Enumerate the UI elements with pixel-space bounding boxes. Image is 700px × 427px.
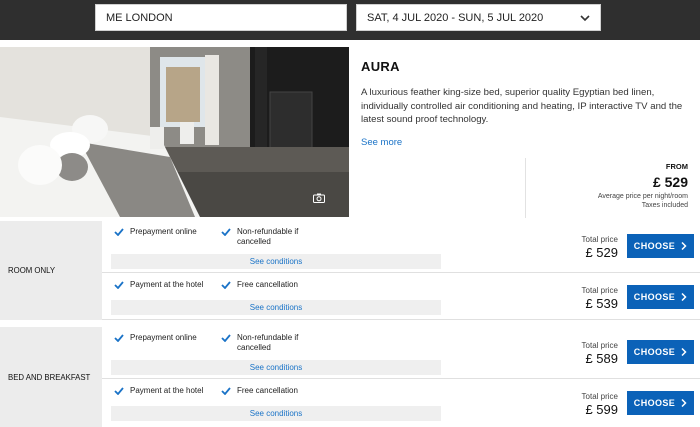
total-price: Total price £ 589 [582, 341, 618, 366]
total-price: Total price £ 529 [582, 235, 618, 260]
total-price-value: £ 529 [585, 245, 618, 260]
total-price-label: Total price [581, 392, 618, 401]
see-more-link[interactable]: See more [361, 137, 402, 148]
total-price-label: Total price [581, 235, 618, 244]
check-icon [221, 334, 231, 342]
rate-row: Payment at the hotel Free cancellation S… [102, 274, 700, 320]
search-bar: ME LONDON SAT, 4 JUL 2020 - SUN, 5 JUL 2… [0, 0, 700, 40]
see-conditions-link[interactable]: See conditions [111, 360, 441, 375]
payment-type: Prepayment online [130, 227, 197, 236]
check-icon [114, 387, 124, 395]
choose-label: CHOOSE [633, 292, 676, 302]
total-price-value: £ 599 [585, 402, 618, 417]
see-conditions-link[interactable]: See conditions [111, 406, 441, 421]
check-icon [114, 281, 124, 289]
see-conditions-link[interactable]: See conditions [111, 300, 441, 315]
payment-type: Prepayment online [130, 333, 197, 342]
rate-feature: Non-refundable if cancelled [221, 333, 311, 353]
cancellation-policy: Free cancellation [237, 386, 298, 395]
price-summary: FROM £ 529 Average price per night/room … [525, 158, 700, 218]
total-price: Total price £ 539 [582, 286, 618, 311]
board-bed-and-breakfast: BED AND BREAKFAST [0, 327, 102, 427]
average-price-label: Average price per night/room [597, 193, 688, 200]
choose-button[interactable]: CHOOSE [627, 234, 694, 258]
hotel-name: ME LONDON [106, 11, 173, 24]
room-photo-illustration [0, 47, 349, 217]
hotel-field[interactable]: ME LONDON [95, 4, 347, 31]
cancellation-policy: Non-refundable if cancelled [237, 333, 299, 352]
chevron-right-icon [681, 399, 687, 407]
choose-button[interactable]: CHOOSE [627, 285, 694, 309]
choose-button[interactable]: CHOOSE [627, 391, 694, 415]
rate-row: Prepayment online Non-refundable if canc… [102, 221, 700, 273]
rate-feature: Free cancellation [221, 280, 311, 290]
room-description: A luxurious feather king-size bed, super… [361, 87, 683, 126]
see-conditions-link[interactable]: See conditions [111, 254, 441, 269]
taxes-label: Taxes included [641, 202, 688, 209]
camera-icon[interactable] [313, 193, 325, 203]
date-range-field[interactable]: SAT, 4 JUL 2020 - SUN, 5 JUL 2020 [356, 4, 601, 31]
rate-feature: Payment at the hotel [114, 386, 214, 396]
from-price: £ 529 [652, 174, 688, 190]
choose-label: CHOOSE [633, 347, 676, 357]
total-price-label: Total price [581, 341, 618, 350]
chevron-right-icon [681, 348, 687, 356]
chevron-down-icon[interactable] [580, 13, 590, 23]
check-icon [221, 387, 231, 395]
cancellation-policy: Non-refundable if cancelled [237, 227, 299, 246]
choose-button[interactable]: CHOOSE [627, 340, 694, 364]
total-price: Total price £ 599 [582, 392, 618, 417]
room-photo[interactable] [0, 47, 349, 217]
choose-label: CHOOSE [633, 241, 676, 251]
payment-type: Payment at the hotel [130, 386, 204, 395]
check-icon [221, 281, 231, 289]
board-label: ROOM ONLY [8, 266, 56, 275]
total-price-value: £ 539 [585, 296, 618, 311]
check-icon [221, 228, 231, 236]
cancellation-policy: Free cancellation [237, 280, 298, 289]
chevron-right-icon [681, 293, 687, 301]
room-title: AURA [361, 59, 400, 74]
choose-label: CHOOSE [633, 398, 676, 408]
room-info: AURA A luxurious feather king-size bed, … [361, 59, 691, 127]
rate-feature: Non-refundable if cancelled [221, 227, 311, 247]
date-range: SAT, 4 JUL 2020 - SUN, 5 JUL 2020 [367, 11, 544, 24]
check-icon [114, 228, 124, 236]
rate-feature: Prepayment online [114, 227, 214, 237]
board-room-only: ROOM ONLY [0, 221, 102, 320]
check-icon [114, 334, 124, 342]
rate-feature: Payment at the hotel [114, 280, 214, 290]
total-price-value: £ 589 [585, 351, 618, 366]
rate-feature: Prepayment online [114, 333, 214, 343]
board-label: BED AND BREAKFAST [8, 372, 91, 382]
chevron-right-icon [681, 242, 687, 250]
payment-type: Payment at the hotel [130, 280, 204, 289]
rate-feature: Free cancellation [221, 386, 311, 396]
total-price-label: Total price [581, 286, 618, 295]
rate-row: Payment at the hotel Free cancellation S… [102, 380, 700, 427]
rate-row: Prepayment online Non-refundable if canc… [102, 327, 700, 379]
from-label: FROM [665, 162, 688, 171]
